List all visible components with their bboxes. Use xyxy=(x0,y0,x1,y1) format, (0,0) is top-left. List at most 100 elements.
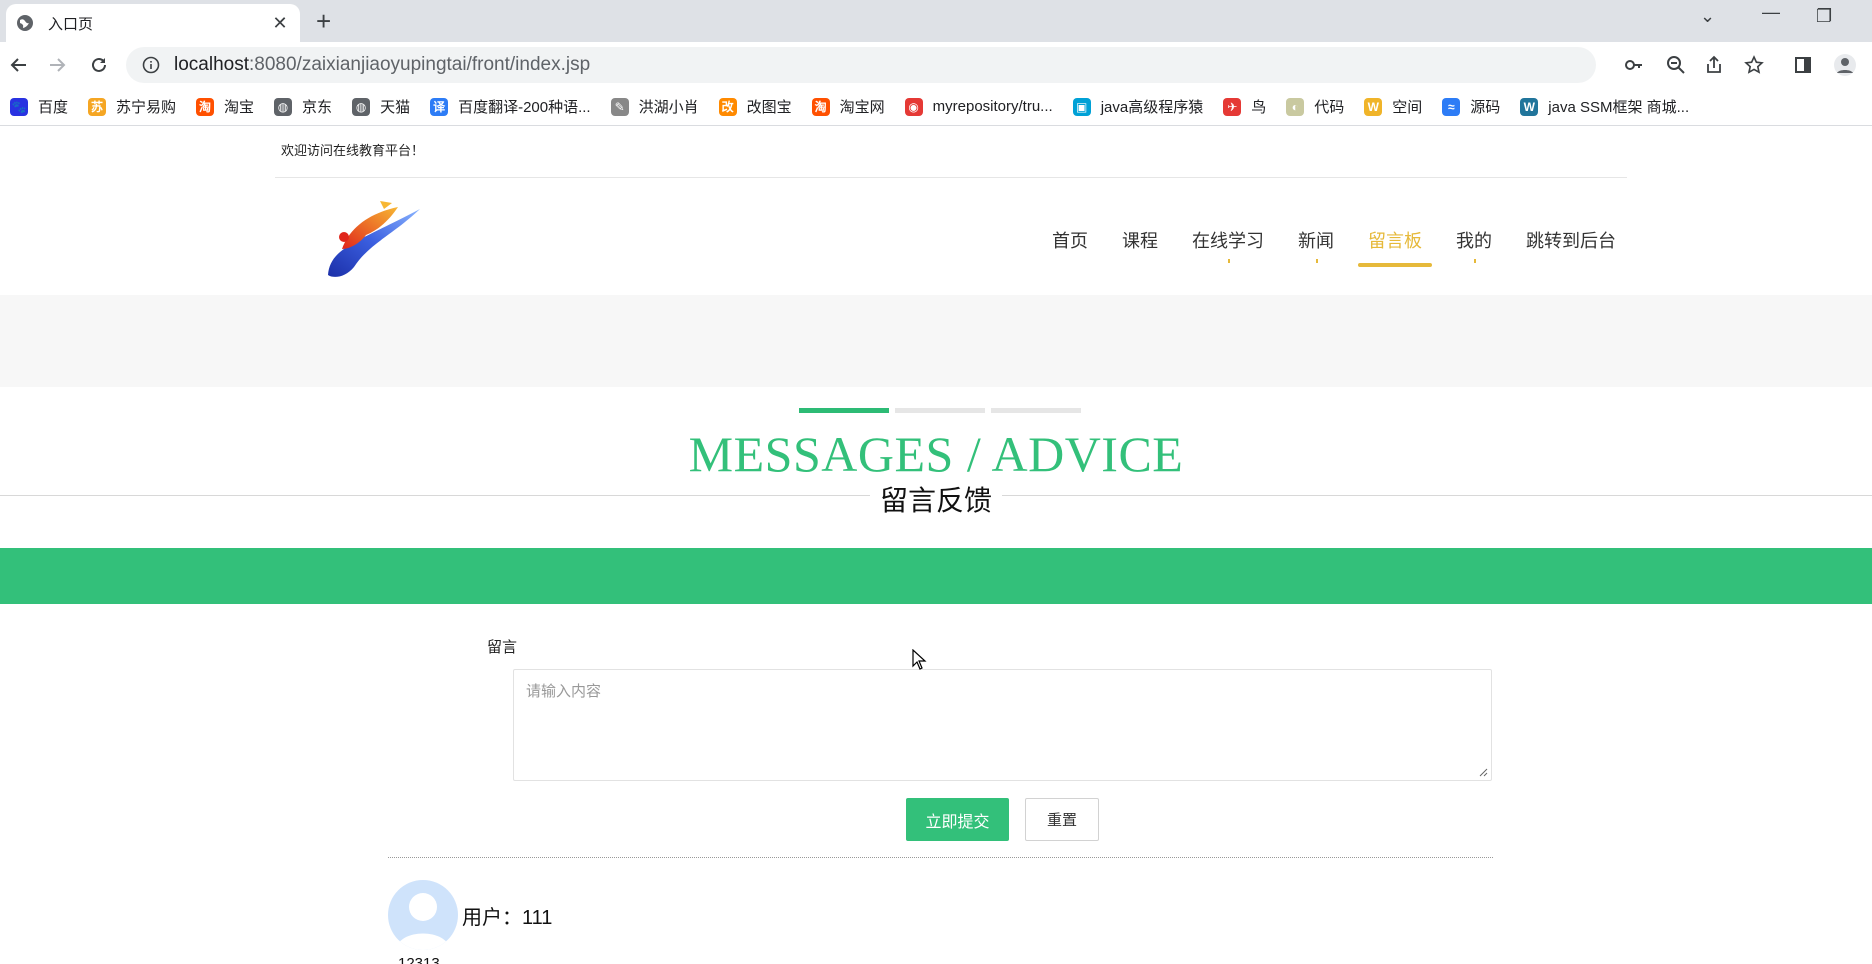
globe-icon xyxy=(17,15,33,31)
bookmark-label: 苏宁易购 xyxy=(116,99,177,116)
restore-icon[interactable]: ❐ xyxy=(1816,6,1832,27)
nav-indicator xyxy=(1474,259,1476,263)
deco-bar xyxy=(895,408,985,413)
bookmark-favicon-icon: 淘 xyxy=(196,97,215,116)
bookmark-item[interactable]: ✈ 鸟 xyxy=(1223,96,1266,117)
welcome-text: 欢迎访问在线教育平台！ xyxy=(281,143,425,158)
bookmark-label: 源码 xyxy=(1470,99,1501,116)
bookmark-item[interactable]: 🐾 百度 xyxy=(10,96,68,117)
textarea-placeholder: 请输入内容 xyxy=(526,683,602,700)
new-tab-icon[interactable]: + xyxy=(316,7,331,35)
bookmark-item[interactable]: ◉ myrepository/tru... xyxy=(904,97,1053,116)
bookmark-favicon-icon: 译 xyxy=(430,97,449,116)
bookmark-item[interactable]: 译百度翻译-200种语... xyxy=(430,96,591,117)
deco-bar xyxy=(799,408,889,413)
nav-item[interactable]: 留言板 xyxy=(1358,227,1432,267)
section-title-cn: 留言反馈 xyxy=(869,485,1002,516)
side-panel-icon[interactable] xyxy=(1788,50,1818,80)
bookmark-item[interactable]: ◍ 天猫 xyxy=(352,96,410,117)
bookmark-item[interactable]: W 空间 xyxy=(1364,96,1422,117)
bookmark-favicon-icon: ◐ xyxy=(1286,97,1305,116)
browser-toolbar: localhost:8080/zaixianjiaoyupingtai/fron… xyxy=(0,42,1872,88)
header-divider xyxy=(275,177,1627,178)
bookmark-label: myrepository/tru... xyxy=(932,98,1053,115)
submit-button[interactable]: 立即提交 xyxy=(906,798,1009,841)
nav-item[interactable]: 跳转到后台 xyxy=(1526,227,1616,267)
bookmark-label: 淘宝网 xyxy=(839,99,885,116)
tab-search-icon[interactable]: ⌄ xyxy=(1700,6,1715,27)
zoom-icon[interactable] xyxy=(1666,47,1686,83)
nav-indicator xyxy=(1228,259,1230,263)
bookmark-item[interactable]: ✎ 洪湖小肖 xyxy=(610,96,699,117)
nav-item[interactable]: 我的 xyxy=(1456,227,1492,267)
bookmarks-bar: 🐾 百度苏苏宁易购淘淘宝 ◍ 京东 ◍ 天猫译百度翻译-200种语... ✎ 洪湖小肖改改图宝… xyxy=(0,88,1872,126)
minimize-icon[interactable]: — xyxy=(1762,2,1780,23)
bookmark-item[interactable]: 淘淘宝网 xyxy=(811,96,885,117)
bookmark-label: 京东 xyxy=(302,99,333,116)
url-text: localhost:8080/zaixianjiaoyupingtai/fron… xyxy=(174,54,591,75)
nav-indicator xyxy=(1316,259,1318,263)
bookmark-label: 代码 xyxy=(1314,99,1345,116)
reload-icon[interactable] xyxy=(84,50,114,80)
bookmark-label: 空间 xyxy=(1392,99,1423,116)
tab-title: 入口页 xyxy=(48,15,94,33)
back-icon[interactable] xyxy=(4,50,34,80)
bookmark-item[interactable]: 改改图宝 xyxy=(718,96,792,117)
mouse-cursor-icon xyxy=(912,649,927,670)
message-textarea[interactable]: 请输入内容 xyxy=(513,669,1492,781)
message-label: 留言 xyxy=(487,639,518,656)
close-tab-icon[interactable]: ✕ xyxy=(270,13,290,34)
section-deco-bars xyxy=(799,408,1081,413)
nav-item[interactable]: 课程 xyxy=(1122,227,1158,267)
star-icon[interactable] xyxy=(1744,47,1764,83)
browser-tab[interactable]: 入口页 ✕ xyxy=(6,4,300,42)
resize-grip-icon[interactable] xyxy=(1478,767,1488,777)
forward-icon[interactable] xyxy=(42,50,72,80)
nav-item[interactable]: 在线学习 xyxy=(1192,227,1264,267)
bookmark-label: 百度 xyxy=(38,99,69,116)
address-bar[interactable]: localhost:8080/zaixianjiaoyupingtai/fron… xyxy=(126,47,1764,83)
nav-item[interactable]: 新闻 xyxy=(1298,227,1334,267)
bookmark-label: java高级程序猿 xyxy=(1100,99,1204,116)
bookmark-item[interactable]: ▣ java高级程序猿 xyxy=(1072,96,1204,117)
bookmark-favicon-icon: 🐾 xyxy=(10,97,28,116)
bookmark-favicon-icon: ▣ xyxy=(1072,97,1091,116)
reset-button[interactable]: 重置 xyxy=(1025,798,1099,841)
bookmark-favicon-icon: W xyxy=(1520,97,1539,116)
message-user: 用户：111 xyxy=(462,907,553,929)
deco-bar xyxy=(991,408,1081,413)
bookmark-favicon-icon: ≈ xyxy=(1442,97,1461,116)
main-nav: 首页 课程 在线学习 新闻 留言板 我的 跳转到后台 xyxy=(1018,227,1616,267)
bookmark-item[interactable]: ◍ 京东 xyxy=(274,96,332,117)
section-title-en: MESSAGES / ADVICE xyxy=(688,426,1184,482)
message-text: 12313 xyxy=(398,955,440,964)
bookmark-item[interactable]: 苏苏宁易购 xyxy=(88,96,176,117)
bookmark-label: 鸟 xyxy=(1251,99,1267,116)
bookmark-item[interactable]: ◐ 代码 xyxy=(1286,96,1344,117)
bookmark-label: 洪湖小肖 xyxy=(638,99,699,116)
bookmark-item[interactable]: ≈ 源码 xyxy=(1442,96,1500,117)
bookmark-label: 天猫 xyxy=(380,99,411,116)
bookmark-favicon-icon: 淘 xyxy=(811,97,830,116)
nav-item[interactable]: 首页 xyxy=(1052,227,1088,267)
bookmark-label: java SSM框架 商城... xyxy=(1548,99,1690,116)
bookmark-item[interactable]: 淘淘宝 xyxy=(196,96,254,117)
user-avatar-icon xyxy=(396,893,450,950)
bookmark-favicon-icon: 改 xyxy=(718,97,737,116)
share-icon[interactable] xyxy=(1704,47,1724,83)
profile-icon[interactable] xyxy=(1830,50,1860,80)
bookmark-favicon-icon: ✎ xyxy=(610,97,629,116)
key-icon[interactable] xyxy=(1624,47,1644,83)
bookmark-item[interactable]: Wjava SSM框架 商城... xyxy=(1520,96,1689,117)
bookmark-label: 改图宝 xyxy=(746,99,792,116)
bookmark-favicon-icon: ✈ xyxy=(1223,97,1242,116)
bookmark-favicon-icon: ◉ xyxy=(904,97,923,116)
browser-tabstrip: 入口页 ✕ + ⌄ — ❐ xyxy=(0,0,1872,42)
section-title-cn-wrap: 留言反馈 xyxy=(0,479,1872,519)
list-divider xyxy=(388,857,1493,858)
avatar xyxy=(388,880,458,950)
site-info-icon[interactable] xyxy=(142,56,160,74)
bookmark-label: 淘宝 xyxy=(224,99,255,116)
bookmark-favicon-icon: 苏 xyxy=(88,97,107,116)
site-logo[interactable] xyxy=(320,197,430,279)
